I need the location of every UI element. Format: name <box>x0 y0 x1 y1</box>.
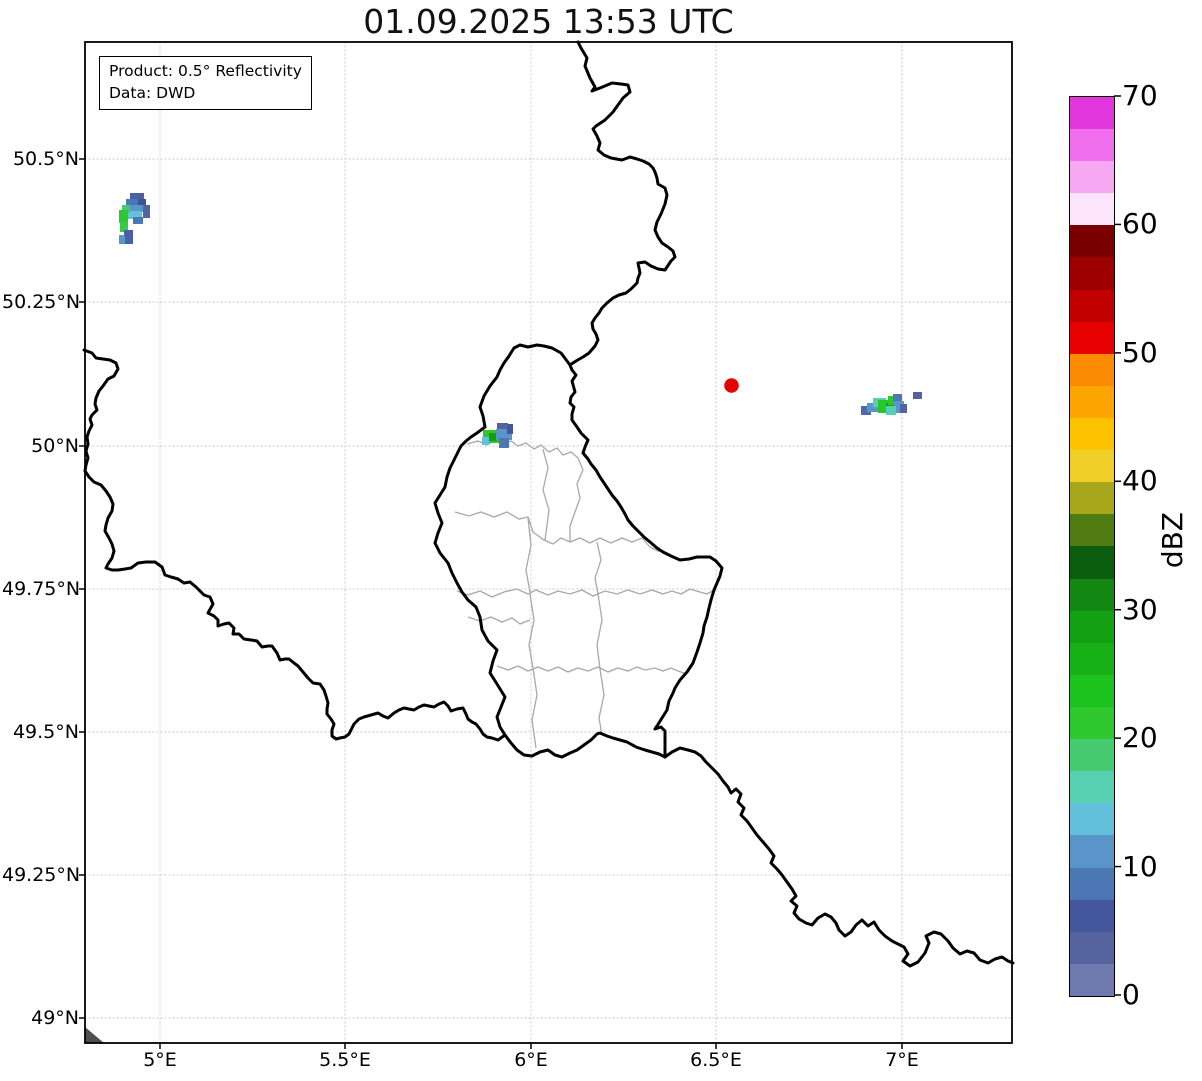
colorbar-tick-label: 0 <box>1122 978 1140 1011</box>
colorbar-segment <box>1070 610 1114 643</box>
colorbar-tick-label: 20 <box>1122 721 1158 755</box>
y-tick-label: 49°N <box>31 1007 79 1029</box>
y-tick-label: 50.25°N <box>2 291 81 313</box>
colorbar-segment <box>1070 418 1114 451</box>
colorbar-segment <box>1070 674 1114 708</box>
x-tick-label: 7°E <box>885 1049 919 1071</box>
colorbar-tick-label: 70 <box>1122 79 1158 112</box>
colorbar-segment <box>1070 225 1114 258</box>
radar-echo-pixel <box>119 235 125 244</box>
x-tick-label: 5.5°E <box>319 1049 371 1071</box>
colorbar-segment <box>1070 514 1114 547</box>
radar-figure: { "title": "01.09.2025 13:53 UTC", "info… <box>0 0 1202 1081</box>
colorbar-segment <box>1070 450 1114 483</box>
colorbar <box>1069 96 1115 997</box>
colorbar-tick-label: 60 <box>1122 207 1158 241</box>
radar-echo-pixel <box>119 210 128 223</box>
radar-echo-pixel <box>124 230 133 244</box>
radar-echo-pixel <box>499 438 509 448</box>
colorbar-segment <box>1070 899 1114 932</box>
colorbar-segment <box>1070 161 1114 194</box>
product-info-box: Product: 0.5° Reflectivity Data: DWD <box>99 56 312 110</box>
colorbar-segment <box>1070 771 1114 804</box>
colorbar-segment <box>1070 835 1114 868</box>
colorbar-segment <box>1070 578 1114 611</box>
radar-echo-pixel <box>893 394 902 401</box>
y-tick-label: 49.75°N <box>2 578 81 600</box>
colorbar-segment <box>1070 867 1114 900</box>
y-tick-label: 50.5°N <box>12 148 79 170</box>
radar-echo-pixel <box>900 404 907 413</box>
product-info-line1: Product: 0.5° Reflectivity <box>109 62 302 80</box>
colorbar-tick-label: 10 <box>1122 849 1158 883</box>
colorbar-segment <box>1070 289 1114 322</box>
product-info-line2: Data: DWD <box>109 84 196 102</box>
radar-echo-pixel <box>482 437 489 445</box>
y-tick-label: 49.5°N <box>12 721 79 743</box>
colorbar-segment <box>1070 803 1114 836</box>
radar-echo-pixel <box>133 217 143 224</box>
y-tick-label: 49.25°N <box>2 864 81 886</box>
colorbar-segment <box>1070 385 1114 419</box>
colorbar-segment <box>1070 257 1114 290</box>
radar-echo-pixel <box>507 424 513 434</box>
x-tick-label: 6°E <box>514 1049 548 1071</box>
colorbar-segment <box>1070 739 1114 772</box>
colorbar-segment <box>1070 931 1114 964</box>
colorbar-segment <box>1070 546 1114 579</box>
colorbar-segment <box>1070 482 1114 515</box>
y-tick-label: 50°N <box>31 435 79 457</box>
radar-echo-pixel <box>886 406 896 415</box>
radar-echo-pixel <box>128 205 144 212</box>
colorbar-segment <box>1070 353 1114 386</box>
radar-map <box>79 40 1121 1049</box>
radar-echo-pixel <box>130 193 144 200</box>
radar-echo-pixel <box>497 423 508 430</box>
colorbar-axis-label: dBZ <box>1156 512 1189 569</box>
colorbar-tick-label: 50 <box>1122 335 1158 369</box>
colorbar-segment <box>1070 963 1114 996</box>
x-tick-label: 5°E <box>143 1049 177 1071</box>
colorbar-segment <box>1070 707 1114 740</box>
colorbar-segment <box>1070 129 1114 162</box>
radar-echo-pixel <box>138 199 146 205</box>
colorbar-segment <box>1070 193 1114 226</box>
colorbar-segment <box>1070 96 1114 130</box>
colorbar-tick-label: 40 <box>1122 464 1158 498</box>
radar-echo-pixel <box>489 433 497 441</box>
x-tick-label: 6.5°E <box>690 1049 742 1071</box>
radar-echo-pixel <box>913 392 922 399</box>
radar-site-dot <box>724 378 739 393</box>
radar-echo-pixel <box>143 205 150 218</box>
colorbar-tick-label: 30 <box>1122 592 1158 626</box>
colorbar-segment <box>1070 321 1114 354</box>
colorbar-segment <box>1070 642 1114 675</box>
